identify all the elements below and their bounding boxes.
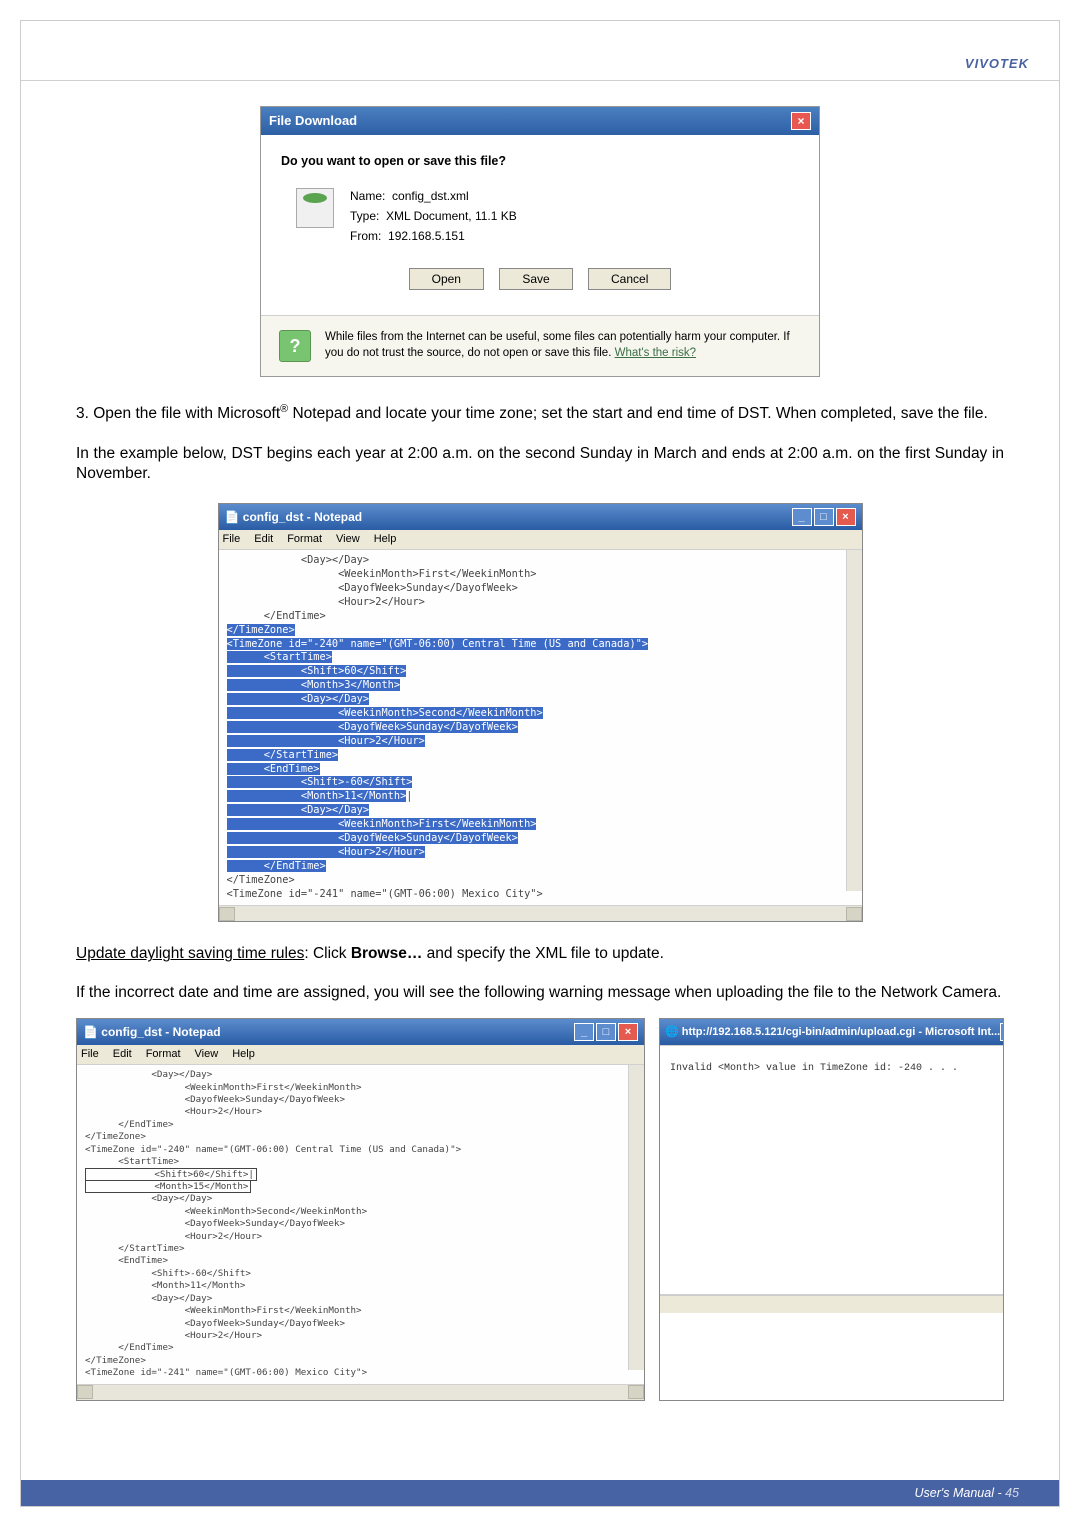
from-value: 192.168.5.151	[388, 229, 465, 243]
page-header: VIVOTEK	[21, 21, 1059, 81]
page-footer: User's Manual - 45	[21, 1480, 1059, 1506]
whats-the-risk-link[interactable]: What's the risk?	[615, 347, 696, 359]
close-icon[interactable]: ×	[836, 508, 856, 526]
ie-title-text: http://192.168.5.121/cgi-bin/admin/uploa…	[682, 1026, 1000, 1038]
maximize-icon[interactable]: □	[596, 1023, 616, 1041]
type-label: Type:	[350, 209, 379, 223]
scrollbar-horizontal[interactable]	[77, 1384, 644, 1400]
notepad2-menubar: File Edit Format View Help	[77, 1045, 644, 1065]
brand-label: VIVOTEK	[965, 56, 1029, 71]
minimize-icon[interactable]: _	[1000, 1023, 1003, 1041]
dialog-titlebar: File Download ×	[261, 107, 819, 135]
menu-view[interactable]: View	[336, 532, 360, 547]
scroll-left-icon[interactable]	[219, 907, 235, 921]
notepad-menubar: File Edit Format View Help	[219, 530, 862, 550]
name-value: config_dst.xml	[392, 189, 469, 203]
file-meta: Name: config_dst.xml Type: XML Document,…	[350, 188, 517, 249]
notepad-window-2: 📄 config_dst - Notepad _ □ × File Edit F…	[76, 1018, 645, 1400]
menu-file[interactable]: File	[81, 1047, 99, 1062]
minimize-icon[interactable]: _	[792, 508, 812, 526]
open-button[interactable]: Open	[409, 268, 484, 290]
step-3-text: 3. Open the file with Microsoft® Notepad…	[76, 402, 1004, 425]
scroll-right-icon[interactable]	[846, 907, 862, 921]
notepad-titlebar: 📄 config_dst - Notepad _ □ ×	[219, 504, 862, 530]
menu-help[interactable]: Help	[232, 1047, 255, 1062]
ie-upload-window: 🌐 http://192.168.5.121/cgi-bin/admin/upl…	[659, 1018, 1004, 1400]
ie-titlebar: 🌐 http://192.168.5.121/cgi-bin/admin/upl…	[660, 1019, 1003, 1045]
footer-label: User's Manual -	[914, 1486, 1005, 1500]
menu-edit[interactable]: Edit	[113, 1047, 132, 1062]
notepad2-titlebar: 📄 config_dst - Notepad _ □ ×	[77, 1019, 644, 1045]
scroll-left-icon[interactable]	[77, 1385, 93, 1399]
menu-format[interactable]: Format	[287, 532, 322, 547]
maximize-icon[interactable]: □	[814, 508, 834, 526]
ie-error-body: Invalid <Month> value in TimeZone id: -2…	[660, 1045, 1003, 1295]
notepad-title-text: config_dst - Notepad	[243, 510, 362, 524]
minimize-icon[interactable]: _	[574, 1023, 594, 1041]
menu-format[interactable]: Format	[146, 1047, 181, 1062]
footer-page: 45	[1005, 1486, 1019, 1500]
dialog-prompt: Do you want to open or save this file?	[281, 153, 799, 170]
notepad-window-1: 📄 config_dst - Notepad _ □ × File Edit F…	[218, 503, 863, 922]
menu-file[interactable]: File	[223, 532, 241, 547]
scroll-right-icon[interactable]	[628, 1385, 644, 1399]
update-dst-heading: Update daylight saving time rules: Click…	[76, 944, 1004, 965]
question-icon: ?	[279, 330, 311, 362]
step-3-example: In the example below, DST begins each ye…	[76, 444, 1004, 486]
warning-text: While files from the Internet can be use…	[325, 331, 790, 359]
close-icon[interactable]: ×	[791, 112, 811, 130]
scrollbar-vertical[interactable]	[846, 550, 862, 891]
notepad2-title-text: config_dst - Notepad	[101, 1025, 220, 1039]
close-icon[interactable]: ×	[618, 1023, 638, 1041]
boxed-shift: <Shift>60</Shift>|	[85, 1168, 257, 1181]
menu-view[interactable]: View	[195, 1047, 219, 1062]
scrollbar-vertical[interactable]	[628, 1065, 644, 1370]
notepad-content[interactable]: <Day></Day> <WeekinMonth>First</WeekinMo…	[219, 550, 862, 905]
from-label: From:	[350, 229, 381, 243]
menu-help[interactable]: Help	[374, 532, 397, 547]
save-button[interactable]: Save	[499, 268, 572, 290]
name-label: Name:	[350, 189, 385, 203]
boxed-month: <Month>15</Month>	[85, 1180, 251, 1193]
incorrect-date-warning-text: If the incorrect date and time are assig…	[76, 983, 1004, 1004]
xml-file-icon	[296, 188, 334, 228]
dialog-warning: ? While files from the Internet can be u…	[261, 315, 819, 376]
file-download-dialog: File Download × Do you want to open or s…	[260, 106, 820, 377]
dialog-title: File Download	[269, 112, 357, 130]
ie-statusbar	[660, 1295, 1003, 1313]
menu-edit[interactable]: Edit	[254, 532, 273, 547]
selected-xml: </TimeZone> <TimeZone id="-240" name="(G…	[227, 624, 649, 803]
scrollbar-horizontal[interactable]	[219, 905, 862, 921]
selected-xml-2: <Day></Day> <WeekinMonth>First</WeekinMo…	[227, 804, 537, 872]
type-value: XML Document, 11.1 KB	[386, 209, 517, 223]
notepad2-content[interactable]: <Day></Day> <WeekinMonth>First</WeekinMo…	[77, 1065, 644, 1384]
cancel-button[interactable]: Cancel	[588, 268, 671, 290]
